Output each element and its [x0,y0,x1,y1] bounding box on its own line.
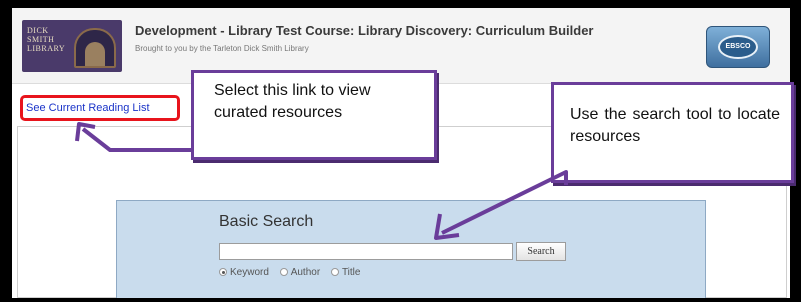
search-button[interactable]: Search [516,242,566,261]
reading-list-link[interactable]: See Current Reading List [26,102,150,114]
library-arch-icon [74,28,116,68]
basic-search-panel: Basic Search Search Keyword Author Title [116,200,706,298]
reading-list-callout: Select this link to view curated resourc… [191,70,437,160]
screenshot-frame: DICK SMITH LIBRARY Development - Library… [0,0,801,302]
search-field-options: Keyword Author Title [219,267,368,278]
library-logo[interactable]: DICK SMITH LIBRARY [22,20,122,72]
reading-list-callout-text: Select this link to view curated resourc… [214,82,371,121]
page-title: Development - Library Test Course: Libra… [135,23,594,38]
search-input[interactable] [219,243,513,260]
author-radio[interactable] [279,268,288,276]
keyword-label: Keyword [230,267,269,278]
ebsco-logo-icon: EBSCO [718,35,758,59]
keyword-radio[interactable] [219,268,227,276]
search-title: Basic Search [219,213,314,230]
title-radio[interactable] [330,268,339,276]
partner-logo[interactable]: EBSCO [706,26,770,68]
search-tool-callout-text: Use the search tool to locate resources [570,106,780,145]
search-tool-callout: Use the search tool to locate resources [551,82,794,183]
page-subtitle: Brought to you by the Tarleton Dick Smit… [135,44,309,53]
reading-list-highlight: See Current Reading List [20,95,180,121]
author-label: Author [290,267,321,278]
title-label: Title [341,267,361,278]
logo-text: DICK SMITH LIBRARY [27,26,66,53]
